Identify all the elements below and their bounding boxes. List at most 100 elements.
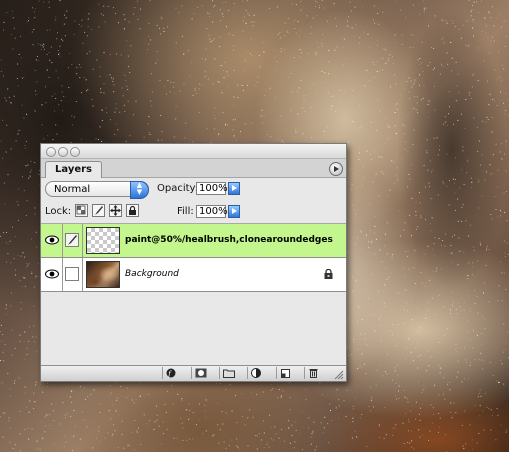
- lock-all-button[interactable]: [126, 204, 139, 217]
- grain-speck: [188, 50, 189, 52]
- grain-speck: [485, 170, 487, 172]
- grain-speck: [164, 85, 166, 87]
- opacity-slider-button[interactable]: [228, 182, 240, 195]
- grain-speck: [100, 91, 102, 93]
- grain-speck: [455, 351, 457, 353]
- grain-speck: [472, 74, 473, 76]
- grain-speck: [201, 5, 203, 7]
- grain-speck: [381, 156, 383, 158]
- grain-speck: [396, 103, 398, 105]
- eye-icon[interactable]: [45, 235, 59, 245]
- grain-speck: [117, 447, 119, 449]
- layer-row-background[interactable]: Background: [41, 258, 346, 292]
- new-group-button[interactable]: [219, 367, 236, 379]
- fill-slider-button[interactable]: [228, 205, 240, 218]
- grain-speck: [51, 62, 53, 64]
- layer-mask-icon: [195, 368, 207, 378]
- grain-speck: [99, 75, 101, 77]
- grain-speck: [116, 399, 118, 401]
- palette-menu-button[interactable]: [329, 162, 343, 176]
- grain-speck: [404, 396, 406, 398]
- grain-speck: [388, 276, 390, 278]
- grain-speck: [35, 381, 37, 383]
- grain-speck: [463, 184, 465, 185]
- grain-speck: [385, 173, 386, 175]
- tab-layers[interactable]: Layers: [45, 161, 102, 178]
- grain-speck: [460, 310, 462, 312]
- grain-speck: [373, 64, 375, 66]
- grain-speck: [447, 22, 449, 24]
- close-window-button[interactable]: [46, 147, 56, 157]
- grain-speck: [397, 364, 399, 366]
- grain-speck: [48, 52, 50, 54]
- grain-speck: [442, 181, 444, 183]
- layer-name[interactable]: paint@50%/healbrush,clonearoundedges: [125, 235, 333, 245]
- grain-speck: [395, 382, 397, 384]
- grain-speck: [164, 403, 166, 405]
- delete-layer-button[interactable]: [304, 367, 321, 379]
- grain-speck: [228, 33, 230, 35]
- grain-speck: [378, 425, 380, 427]
- grain-speck: [472, 19, 474, 20]
- grain-speck: [79, 386, 81, 388]
- grain-speck: [373, 132, 375, 133]
- grain-speck: [383, 302, 385, 304]
- grain-speck: [69, 396, 71, 398]
- layer-row-paint[interactable]: paint@50%/healbrush,clonearoundedges: [41, 224, 346, 258]
- grain-speck: [474, 358, 476, 360]
- lock-transparency-button[interactable]: [75, 204, 88, 217]
- grain-speck: [60, 55, 62, 57]
- grain-speck: [425, 219, 426, 220]
- grain-speck: [262, 391, 264, 393]
- grain-speck: [287, 420, 289, 422]
- minimize-window-button[interactable]: [58, 147, 68, 157]
- adjustment-layer-button[interactable]: [247, 367, 264, 379]
- lock-position-button[interactable]: [109, 204, 122, 217]
- grain-speck: [34, 8, 36, 9]
- right-arrow-icon: [232, 208, 237, 214]
- grain-speck: [79, 77, 81, 79]
- grain-speck: [492, 36, 493, 38]
- layer-name[interactable]: Background: [125, 269, 179, 279]
- grain-speck: [414, 79, 416, 81]
- eye-icon[interactable]: [45, 269, 59, 279]
- fill-field[interactable]: 100%: [196, 205, 228, 218]
- grain-speck: [497, 169, 499, 171]
- grain-speck: [208, 34, 210, 36]
- grain-speck: [385, 268, 387, 270]
- grain-speck: [420, 407, 422, 409]
- grain-speck: [296, 91, 298, 93]
- grain-speck: [32, 7, 33, 9]
- grain-speck: [434, 313, 436, 315]
- grain-speck: [389, 137, 390, 139]
- grain-speck: [331, 419, 333, 421]
- grain-speck: [310, 26, 312, 28]
- grain-speck: [361, 366, 363, 368]
- opacity-field[interactable]: 100%: [196, 182, 228, 195]
- grain-speck: [21, 286, 23, 288]
- grain-speck: [35, 90, 36, 92]
- grain-speck: [98, 139, 99, 140]
- link-status-box[interactable]: [65, 267, 79, 281]
- new-layer-button[interactable]: [276, 367, 293, 379]
- layer-style-button[interactable]: f: [162, 367, 179, 379]
- lock-pixels-button[interactable]: [92, 204, 105, 217]
- palette-titlebar[interactable]: [41, 144, 346, 159]
- layer-mask-button[interactable]: [191, 367, 208, 379]
- brush-status-box[interactable]: [65, 233, 79, 247]
- grain-speck: [188, 418, 190, 420]
- grain-speck: [247, 84, 248, 86]
- grain-speck: [233, 3, 235, 5]
- grain-speck: [91, 98, 93, 100]
- grain-speck: [241, 416, 243, 418]
- resize-grip-icon[interactable]: [334, 370, 344, 380]
- grain-speck: [301, 410, 303, 412]
- grain-speck: [123, 447, 125, 449]
- grain-speck: [4, 203, 6, 205]
- grain-speck: [505, 92, 507, 94]
- blend-mode-select[interactable]: Normal ▲ ▼: [45, 181, 149, 199]
- grain-speck: [258, 433, 260, 435]
- zoom-window-button[interactable]: [70, 147, 80, 157]
- grain-speck: [318, 7, 320, 9]
- grain-speck: [359, 105, 361, 107]
